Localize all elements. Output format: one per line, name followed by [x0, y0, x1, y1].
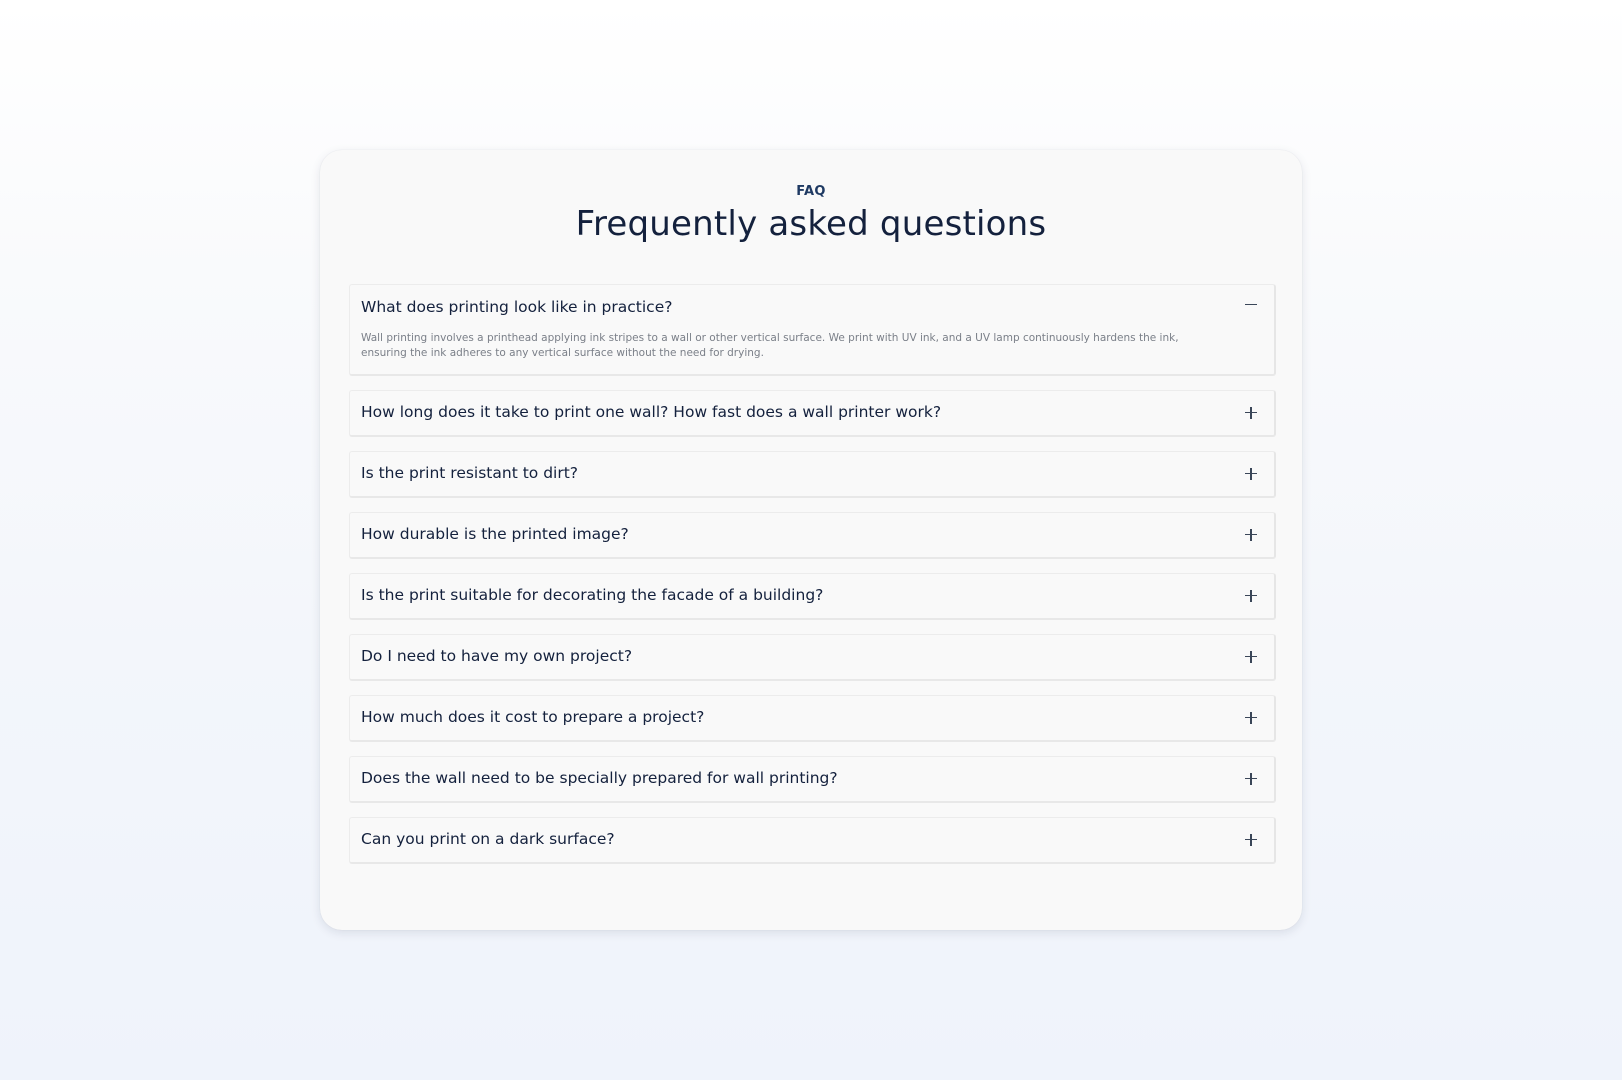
- faq-item-dark-surface[interactable]: Can you print on a dark surface?: [349, 817, 1276, 864]
- faq-item-wall-preparation[interactable]: Does the wall need to be specially prepa…: [349, 756, 1276, 803]
- plus-icon[interactable]: [1242, 465, 1260, 483]
- faq-question[interactable]: How durable is the printed image?: [361, 525, 1234, 543]
- faq-item-own-project[interactable]: Do I need to have my own project?: [349, 634, 1276, 681]
- plus-icon[interactable]: [1242, 526, 1260, 544]
- faq-question[interactable]: Does the wall need to be specially prepa…: [361, 769, 1234, 787]
- faq-question[interactable]: Can you print on a dark surface?: [361, 830, 1234, 848]
- minus-icon[interactable]: [1242, 296, 1260, 314]
- faq-item-project-cost[interactable]: How much does it cost to prepare a proje…: [349, 695, 1276, 742]
- faq-question[interactable]: What does printing look like in practice…: [361, 298, 1234, 316]
- faq-answer: Wall printing involves a printhead apply…: [361, 332, 1179, 359]
- faq-item-printing-in-practice[interactable]: What does printing look like in practice…: [349, 284, 1276, 376]
- faq-item-durability[interactable]: How durable is the printed image?: [349, 512, 1276, 559]
- plus-icon[interactable]: [1242, 831, 1260, 849]
- faq-card: FAQ Frequently asked questions What does…: [320, 150, 1302, 930]
- page-title: Frequently asked questions: [575, 204, 1047, 244]
- faq-question[interactable]: How much does it cost to prepare a proje…: [361, 708, 1234, 726]
- section-eyebrow: FAQ: [796, 184, 826, 199]
- plus-icon[interactable]: [1242, 648, 1260, 666]
- faq-question[interactable]: Is the print suitable for decorating the…: [361, 586, 1234, 604]
- plus-icon[interactable]: [1242, 709, 1260, 727]
- faq-question[interactable]: Do I need to have my own project?: [361, 647, 1234, 665]
- faq-question[interactable]: How long does it take to print one wall?…: [361, 403, 1234, 421]
- faq-item-dirt-resistance[interactable]: Is the print resistant to dirt?: [349, 451, 1276, 498]
- faq-item-print-duration[interactable]: How long does it take to print one wall?…: [349, 390, 1276, 437]
- plus-icon[interactable]: [1242, 587, 1260, 605]
- faq-question[interactable]: Is the print resistant to dirt?: [361, 464, 1234, 482]
- faq-item-facade[interactable]: Is the print suitable for decorating the…: [349, 573, 1276, 620]
- plus-icon[interactable]: [1242, 770, 1260, 788]
- plus-icon[interactable]: [1242, 404, 1260, 422]
- faq-list: What does printing look like in practice…: [349, 284, 1276, 878]
